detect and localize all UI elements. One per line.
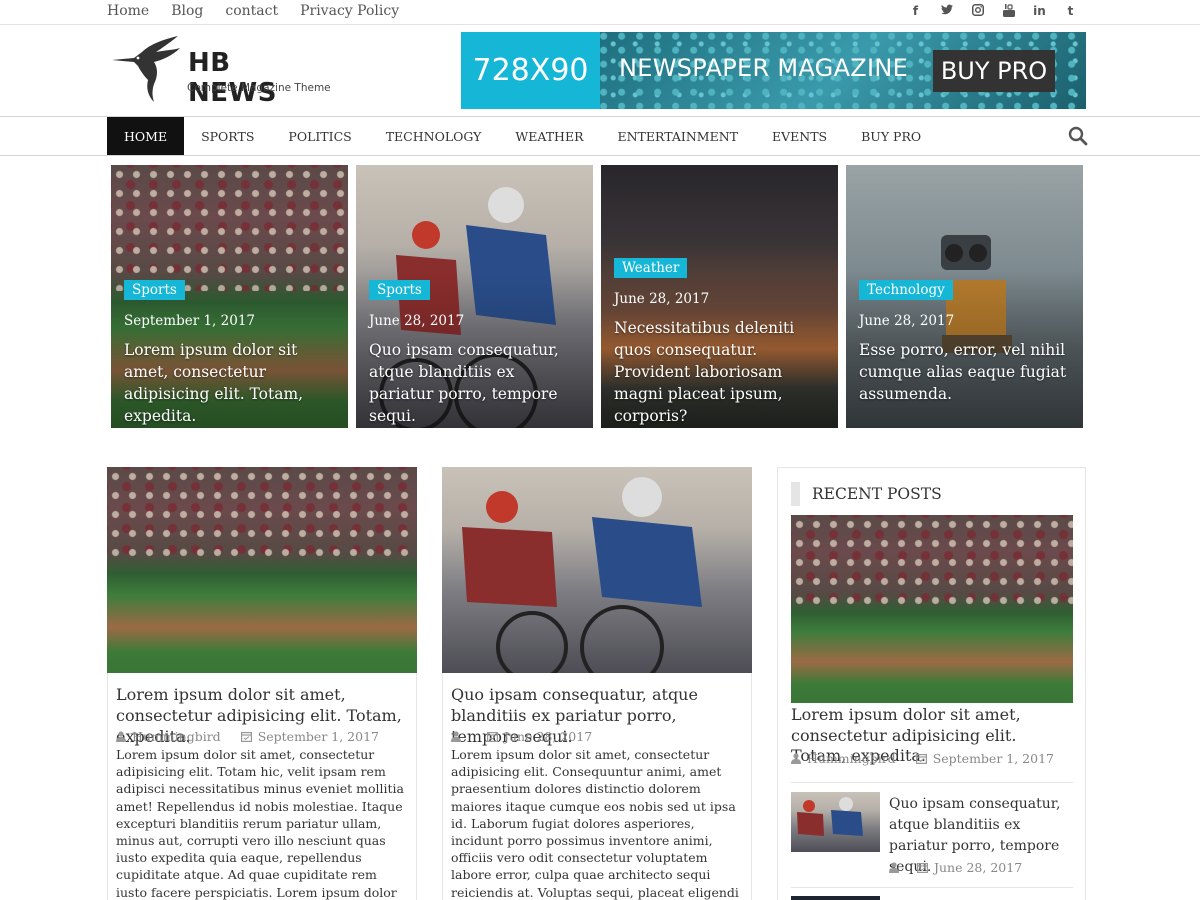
recent-post-thumbnail[interactable] xyxy=(791,515,1073,703)
post-date: September 1, 2017 xyxy=(932,751,1054,766)
youtube-icon[interactable] xyxy=(993,4,1024,20)
main-nav: HOME SPORTS POLITICS TECHNOLOGY WEATHER … xyxy=(0,116,1200,156)
top-link-blog[interactable]: Blog xyxy=(171,3,203,19)
logo-title: HB NEWS xyxy=(188,48,277,108)
ad-banner[interactable]: 728X90 NEWSPAPER MAGAZINE BUY PRO xyxy=(461,32,1086,109)
post-date: June 28, 2017 xyxy=(504,729,593,744)
recent-post-meta: Hummingbird September 1, 2017 xyxy=(791,751,1054,766)
widget-title: RECENT POSTS xyxy=(812,485,942,503)
featured-tile[interactable]: Technology June 28, 2017 Esse porro, err… xyxy=(846,165,1083,428)
post-meta: Hummingbird September 1, 2017 xyxy=(116,729,379,744)
post-date: June 28, 2017 xyxy=(859,313,955,329)
nav-item-home[interactable]: HOME xyxy=(107,117,185,155)
nav-item-politics[interactable]: POLITICS xyxy=(271,117,368,155)
category-badge[interactable]: Technology xyxy=(859,280,953,300)
divider xyxy=(791,887,1073,888)
category-badge[interactable]: Sports xyxy=(124,280,185,300)
social-links: f in t xyxy=(900,4,1086,20)
user-icon xyxy=(791,753,801,764)
nav-item-sports[interactable]: SPORTS xyxy=(184,117,271,155)
facebook-icon[interactable]: f xyxy=(900,4,931,20)
post-date: September 1, 2017 xyxy=(257,729,379,744)
post-date: September 1, 2017 xyxy=(124,313,255,329)
buy-pro-button[interactable]: BUY PRO xyxy=(933,50,1055,92)
post-card: Quo ipsam consequatur, atque blanditiis … xyxy=(442,467,752,900)
tumblr-icon[interactable]: t xyxy=(1055,4,1086,20)
featured-tile[interactable]: Weather June 28, 2017 Necessitatibus del… xyxy=(601,165,838,428)
post-excerpt: Lorem ipsum dolor sit amet, consectetur … xyxy=(451,747,739,900)
search-icon[interactable] xyxy=(1068,126,1088,146)
nav-item-buy-pro[interactable]: BUY PRO xyxy=(844,117,938,155)
recent-post-meta: June 28, 2017 xyxy=(889,860,1022,875)
post-author[interactable]: Hummingbird xyxy=(807,751,896,766)
top-bar: Home Blog contact Privacy Policy f in t xyxy=(0,0,1200,25)
post-date: June 28, 2017 xyxy=(614,291,710,307)
calendar-icon xyxy=(487,732,498,742)
user-icon xyxy=(451,731,461,742)
hummingbird-logo xyxy=(112,36,180,102)
calendar-icon xyxy=(915,754,927,764)
top-link-home[interactable]: Home xyxy=(107,3,149,19)
banner-size-label: 728X90 xyxy=(461,32,600,109)
calendar-icon xyxy=(917,863,928,873)
twitter-icon[interactable] xyxy=(931,4,962,20)
post-date: June 28, 2017 xyxy=(934,860,1023,875)
top-link-contact[interactable]: contact xyxy=(225,3,278,19)
calendar-icon xyxy=(240,732,252,742)
recent-post-thumbnail[interactable] xyxy=(791,896,880,900)
site-logo[interactable]: HB NEWS Complete Magazine Theme xyxy=(108,32,331,108)
instagram-icon[interactable] xyxy=(962,4,993,20)
nav-item-weather[interactable]: WEATHER xyxy=(498,117,600,155)
widget-title-bar xyxy=(791,482,800,506)
featured-tile[interactable]: Sports June 28, 2017 Quo ipsam consequat… xyxy=(356,165,593,428)
user-icon xyxy=(889,862,899,873)
post-date: June 28, 2017 xyxy=(369,313,465,329)
linkedin-icon[interactable]: in xyxy=(1024,4,1055,20)
post-thumbnail[interactable] xyxy=(442,467,752,673)
divider xyxy=(791,782,1073,783)
nav-item-technology[interactable]: TECHNOLOGY xyxy=(369,117,499,155)
top-link-privacy-policy[interactable]: Privacy Policy xyxy=(300,3,399,19)
post-title[interactable]: Quo ipsam consequatur, atque blanditiis … xyxy=(369,339,583,427)
post-title[interactable]: Lorem ipsum dolor sit amet, consectetur … xyxy=(124,339,338,427)
post-thumbnail[interactable] xyxy=(107,467,417,673)
post-excerpt: Lorem ipsum dolor sit amet, consectetur … xyxy=(116,747,404,900)
recent-post-thumbnail[interactable] xyxy=(791,792,880,852)
category-badge[interactable]: Weather xyxy=(614,258,688,278)
site-header: HB NEWS Complete Magazine Theme 728X90 N… xyxy=(0,26,1200,116)
nav-item-entertainment[interactable]: ENTERTAINMENT xyxy=(601,117,755,155)
post-title[interactable]: Necessitatibus deleniti quos consequatur… xyxy=(614,317,828,427)
post-title[interactable]: Esse porro, error, vel nihil cumque alia… xyxy=(859,339,1073,405)
user-icon xyxy=(116,731,126,742)
top-links: Home Blog contact Privacy Policy xyxy=(107,3,421,19)
post-author[interactable]: Hummingbird xyxy=(132,729,221,744)
logo-subtitle: Complete Magazine Theme xyxy=(187,82,331,94)
recent-posts-widget: RECENT POSTS Lorem ipsum dolor sit amet,… xyxy=(777,467,1086,900)
category-badge[interactable]: Sports xyxy=(369,280,430,300)
post-meta: June 28, 2017 xyxy=(451,729,592,744)
post-card: Lorem ipsum dolor sit amet, consectetur … xyxy=(107,467,417,900)
nav-menu: HOME SPORTS POLITICS TECHNOLOGY WEATHER … xyxy=(107,117,938,155)
banner-label: NEWSPAPER MAGAZINE xyxy=(619,54,909,82)
nav-item-events[interactable]: EVENTS xyxy=(755,117,844,155)
featured-tile[interactable]: Sports September 1, 2017 Lorem ipsum dol… xyxy=(111,165,348,428)
